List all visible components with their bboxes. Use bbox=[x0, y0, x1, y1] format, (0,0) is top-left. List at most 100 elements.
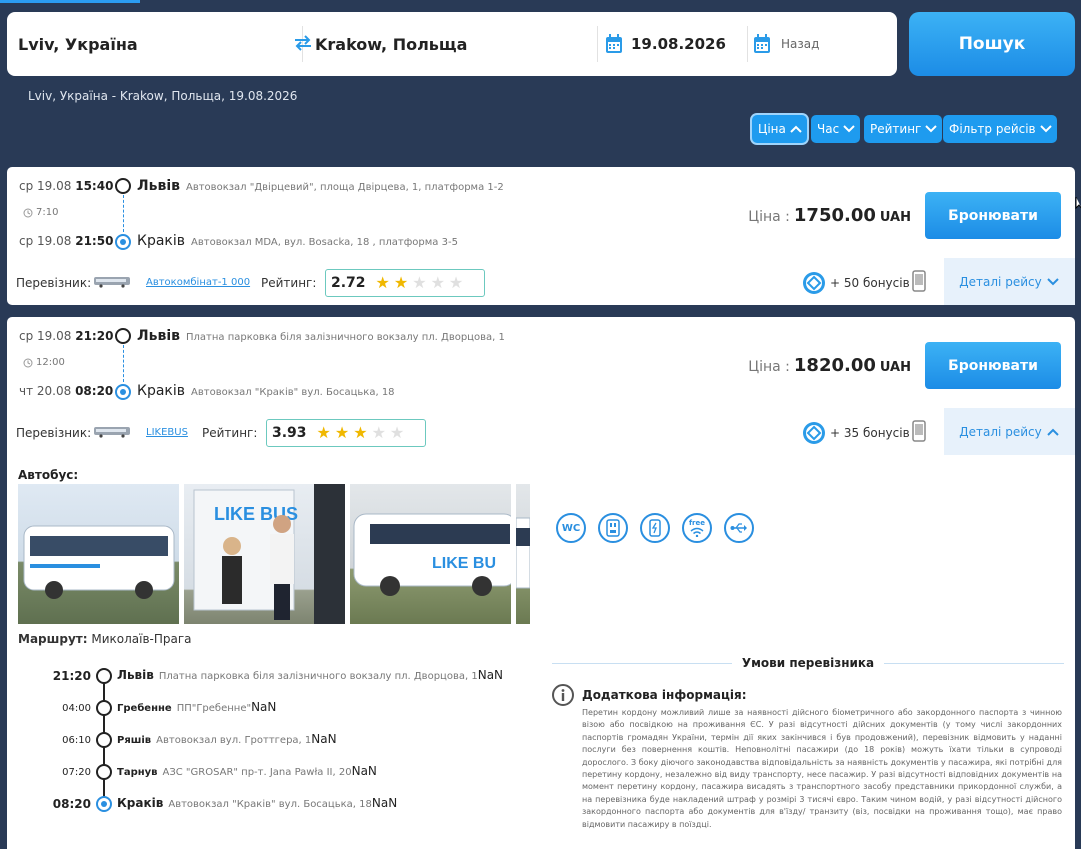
star-icon: ★ bbox=[334, 423, 350, 442]
duration: 12:00 bbox=[23, 357, 65, 368]
star-icon: ★ bbox=[448, 273, 464, 292]
route-line bbox=[123, 195, 124, 232]
bus-photo[interactable] bbox=[18, 484, 179, 624]
stop-point-icon bbox=[96, 668, 112, 684]
rating-label: Рейтинг: bbox=[261, 276, 317, 290]
bus-section-title: Автобус: bbox=[18, 468, 79, 482]
chevron-down-icon bbox=[1046, 277, 1059, 285]
trip-details-button[interactable]: Деталі рейсу bbox=[944, 258, 1075, 305]
filter-trips-button[interactable]: Фільтр рейсів bbox=[943, 115, 1057, 143]
clock-icon bbox=[23, 358, 33, 367]
info-icon bbox=[552, 684, 574, 706]
carrier-conditions-title: Умови перевізника bbox=[552, 656, 1065, 670]
stop-time: 06:10 bbox=[62, 735, 91, 746]
star-icon: ★ bbox=[316, 423, 331, 442]
route-stop: Тарнув АЗС "GROSAR" пр-т. Jana Pawła II, … bbox=[117, 764, 377, 778]
sort-rating-button[interactable]: Рейтинг bbox=[864, 115, 943, 143]
bonus: + 50 бонусів bbox=[802, 271, 910, 295]
star-icon: ★ bbox=[353, 423, 368, 442]
carrier-link[interactable]: LIKEBUS bbox=[146, 427, 188, 438]
additional-info-text: Перетин кордону можливий лише за наявнос… bbox=[582, 708, 1062, 829]
star-icon: ★ bbox=[430, 273, 445, 292]
star-icon: ★ bbox=[412, 273, 427, 292]
bus-icon bbox=[94, 277, 130, 288]
active-tab-indicator bbox=[0, 0, 140, 3]
route-line bbox=[123, 345, 124, 382]
rating-label: Рейтинг: bbox=[202, 426, 258, 440]
swap-icon[interactable] bbox=[292, 32, 314, 54]
mouse-cursor-icon bbox=[1075, 197, 1081, 210]
stop-point-icon bbox=[96, 764, 112, 780]
bus-photo[interactable]: LIKE BU bbox=[350, 484, 511, 624]
bonus: + 35 бонусів bbox=[802, 421, 910, 445]
carrier-label: Перевізник: bbox=[16, 426, 92, 440]
arrival-row: чт 20.08 08:20 bbox=[19, 384, 114, 398]
departure-point-icon bbox=[115, 328, 131, 344]
stop-point-icon bbox=[96, 732, 112, 748]
calendar-icon bbox=[754, 34, 770, 53]
departure-row: ср 19.08 21:20 bbox=[19, 329, 114, 343]
book-button[interactable]: Бронювати bbox=[925, 342, 1061, 389]
bus-photo[interactable] bbox=[516, 484, 530, 624]
stop-point-icon bbox=[96, 796, 112, 812]
star-icon: ★ bbox=[389, 423, 405, 442]
carrier-link[interactable]: Автокомбінат-1 000 bbox=[146, 277, 250, 288]
wc-icon: WC bbox=[556, 513, 586, 543]
route-label: Маршрут: bbox=[18, 632, 88, 646]
search-form: Lviv, Україна Krakow, Польща 19.08.2026 … bbox=[7, 12, 897, 76]
price: Ціна :1750.00 UAH bbox=[748, 205, 911, 226]
departure-row: ср 19.08 15:40 bbox=[19, 179, 114, 193]
chevron-down-icon bbox=[1039, 125, 1052, 133]
mobile-ticket-icon bbox=[912, 420, 926, 442]
bonus-icon bbox=[803, 422, 825, 444]
return-date-field[interactable]: Назад bbox=[781, 12, 891, 76]
rating-box: 2.72 ★ ★ ★ ★ ★ bbox=[325, 269, 485, 297]
departure-city: Львів bbox=[137, 328, 180, 344]
to-field[interactable]: Krakow, Польща bbox=[315, 12, 595, 76]
arrival-city: Краків bbox=[137, 233, 186, 249]
trip-card: ср 19.08 15:40 Львів Автовокзал "Двірцев… bbox=[7, 167, 1075, 305]
arrival-point-icon bbox=[115, 234, 131, 250]
additional-info-header: Додаткова інформація: bbox=[552, 684, 747, 706]
search-button[interactable]: Пошук bbox=[909, 12, 1075, 76]
power-socket-icon bbox=[598, 513, 628, 543]
route-info: Маршрут: Миколаїв-Прага bbox=[18, 632, 192, 646]
sort-time-button[interactable]: Час bbox=[811, 115, 861, 143]
stop-point-icon bbox=[96, 700, 112, 716]
price: Ціна :1820.00 UAH bbox=[748, 355, 911, 376]
star-icon: ★ bbox=[393, 273, 409, 292]
bonus-icon bbox=[803, 272, 825, 294]
arrival-row: ср 19.08 21:50 bbox=[19, 234, 114, 248]
stop-time: 04:00 bbox=[62, 703, 91, 714]
bus-icon bbox=[94, 427, 130, 438]
stop-time: 07:20 bbox=[62, 767, 91, 778]
arrival-address: Автовокзал MDA, вул. Bosacka, 18 , платф… bbox=[191, 237, 458, 248]
mobile-ticket-icon bbox=[912, 270, 926, 292]
chevron-up-icon bbox=[790, 125, 802, 133]
route-stop: Львів Платна парковка біля залізничного в… bbox=[117, 668, 504, 682]
rating-box: 3.93 ★ ★ ★ ★ ★ bbox=[266, 419, 426, 447]
star-icon: ★ bbox=[371, 423, 386, 442]
from-field[interactable]: Lviv, Україна bbox=[18, 12, 288, 76]
bus-photo[interactable]: LIKE BUS bbox=[184, 484, 345, 624]
usb-icon bbox=[724, 513, 754, 543]
book-button[interactable]: Бронювати bbox=[925, 192, 1061, 239]
chevron-down-icon bbox=[925, 125, 938, 133]
free-wifi-icon: free bbox=[682, 513, 712, 543]
departure-address: Автовокзал "Двірцевий", площа Двірцева, … bbox=[186, 182, 504, 193]
carrier-label: Перевізник: bbox=[16, 276, 92, 290]
route-stop: Гребенне ПП"Гребенне" NaN bbox=[117, 700, 277, 714]
rating-value: 2.72 bbox=[331, 275, 366, 291]
svg-text:LIKE BU: LIKE BU bbox=[432, 555, 496, 572]
departure-address: Платна парковка біля залізничного вокзал… bbox=[186, 332, 505, 343]
route-stop: Ряшів Автовокзал вул. Гроттгера, 1 NaN bbox=[117, 732, 337, 746]
phone-charger-icon bbox=[640, 513, 670, 543]
stop-time: 08:20 bbox=[52, 797, 91, 811]
departure-city: Львів bbox=[137, 178, 180, 194]
star-icon: ★ bbox=[375, 273, 390, 292]
sort-price-button[interactable]: Ціна bbox=[752, 115, 807, 143]
trip-details-button[interactable]: Деталі рейсу bbox=[944, 408, 1075, 455]
route-stop: Краків Автовокзал "Краків" вул. Босацька,… bbox=[117, 796, 398, 810]
clock-icon bbox=[23, 208, 33, 217]
date-field[interactable]: 19.08.2026 bbox=[631, 12, 741, 76]
